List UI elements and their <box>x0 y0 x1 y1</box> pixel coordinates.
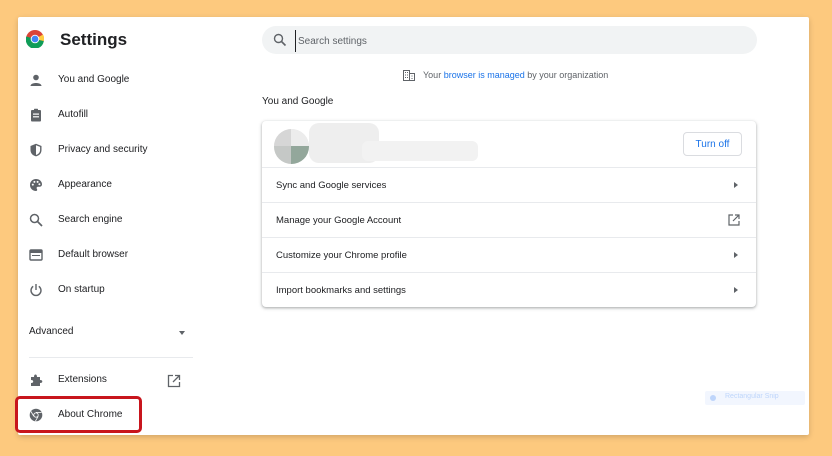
row-label: Sync and Google services <box>276 180 387 191</box>
you-and-google-card: Turn off Sync and Google services Manage… <box>262 121 756 307</box>
advanced-toggle[interactable]: Advanced <box>29 323 189 343</box>
sidebar-item-label: On startup <box>58 284 105 295</box>
sidebar-item-label: Search engine <box>58 214 123 225</box>
search-icon <box>29 213 43 227</box>
chevron-down-icon <box>179 331 185 335</box>
about-chrome-highlight-box <box>15 396 142 433</box>
sidebar-item-default-browser[interactable]: Default browser <box>18 240 193 270</box>
open-in-new-icon <box>728 214 740 226</box>
puzzle-piece-icon <box>31 374 43 386</box>
search-bar[interactable] <box>262 26 757 54</box>
blurred-account-email <box>362 141 478 161</box>
power-icon <box>30 284 42 297</box>
browser-managed-link[interactable]: browser is managed <box>444 70 525 80</box>
search-icon <box>273 33 287 47</box>
managed-suffix: by your organization <box>524 70 609 80</box>
advanced-label: Advanced <box>29 326 74 337</box>
sidebar-item-on-startup[interactable]: On startup <box>18 275 193 305</box>
sync-and-google-services-row[interactable]: Sync and Google services <box>262 167 756 203</box>
sidebar-item-label: Privacy and security <box>58 144 148 155</box>
sidebar-item-you-and-google[interactable]: You and Google <box>18 65 193 95</box>
row-label: Manage your Google Account <box>276 215 402 226</box>
row-label: Import bookmarks and settings <box>276 285 406 296</box>
sidebar-item-label: You and Google <box>58 74 130 85</box>
row-label: Customize your Chrome profile <box>276 250 407 261</box>
customize-chrome-profile-row[interactable]: Customize your Chrome profile <box>262 237 756 273</box>
managed-prefix: Your <box>423 70 444 80</box>
avatar <box>274 129 309 164</box>
shield-icon <box>30 143 42 157</box>
page-title: Settings <box>60 30 128 49</box>
sidebar-item-label: Autofill <box>58 109 89 120</box>
settings-window: Settings You and Google Autofill <box>15 17 809 435</box>
clipboard-icon <box>31 108 41 122</box>
sidebar-divider <box>29 357 193 358</box>
profile-row: Turn off <box>262 121 756 167</box>
snip-icon <box>710 395 716 401</box>
open-in-new-icon[interactable] <box>167 374 181 388</box>
search-input[interactable] <box>295 30 740 52</box>
chevron-right-icon <box>734 182 738 188</box>
sidebar-item-appearance[interactable]: Appearance <box>18 170 193 200</box>
person-icon <box>30 74 42 86</box>
browser-icon <box>29 249 43 261</box>
chevron-right-icon <box>734 287 738 293</box>
sidebar-item-label: Extensions <box>58 374 107 385</box>
sidebar-item-search-engine[interactable]: Search engine <box>18 205 193 235</box>
sidebar-item-label: Appearance <box>58 179 112 190</box>
building-icon <box>403 70 415 81</box>
section-title: You and Google <box>262 96 334 107</box>
faded-snip-tooltip: Rectangular Snip <box>705 391 805 405</box>
import-bookmarks-row[interactable]: Import bookmarks and settings <box>262 272 756 308</box>
turn-off-button[interactable]: Turn off <box>683 132 742 156</box>
sidebar-item-autofill[interactable]: Autofill <box>18 100 193 130</box>
manage-google-account-row[interactable]: Manage your Google Account <box>262 202 756 238</box>
chrome-logo-icon <box>26 30 44 48</box>
palette-icon <box>30 179 42 191</box>
faded-snip-text: Rectangular Snip <box>725 393 779 400</box>
chevron-right-icon <box>734 252 738 258</box>
sidebar-item-label: Default browser <box>58 249 129 260</box>
sidebar-item-privacy-and-security[interactable]: Privacy and security <box>18 135 193 165</box>
